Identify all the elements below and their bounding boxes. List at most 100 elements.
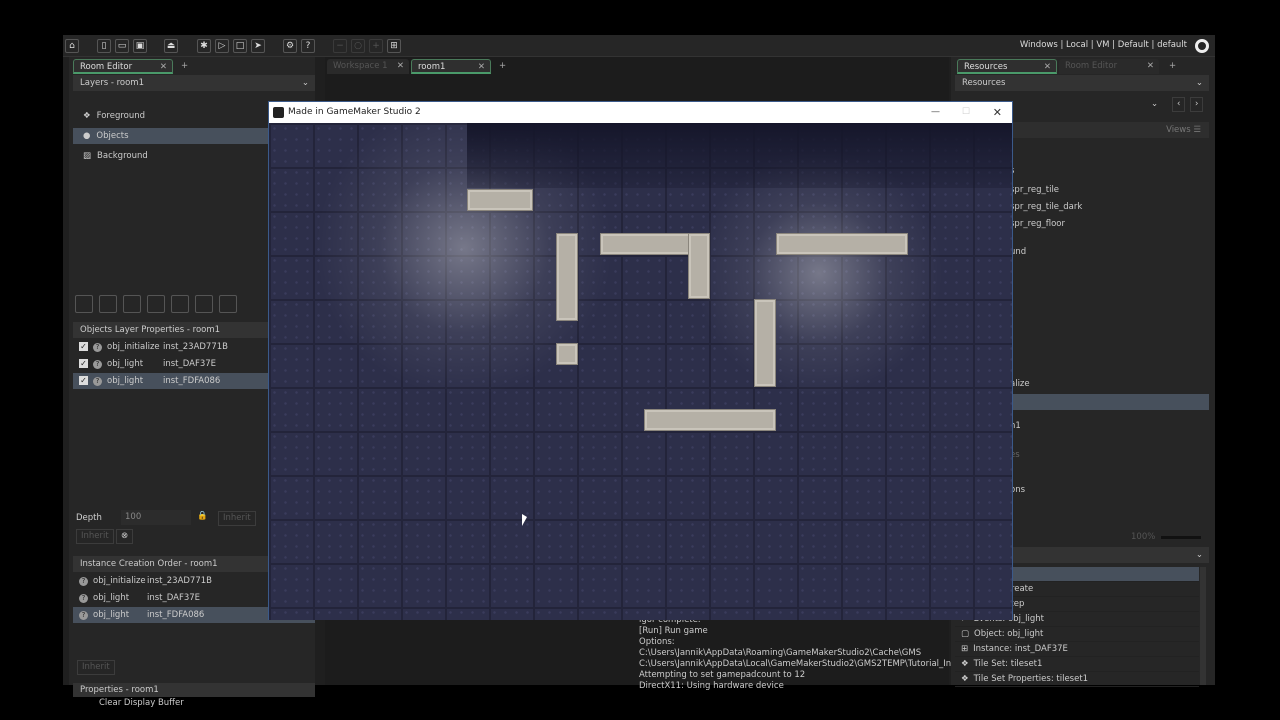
tab-resources[interactable]: Resources ✕	[957, 59, 1057, 74]
resource-tree-item[interactable]: und	[1010, 244, 1209, 260]
breadcrumb-item[interactable]: ⊞ Instance: inst_DAF37E	[955, 642, 1199, 657]
resource-tree-item[interactable]: spr_reg_floor	[1010, 216, 1209, 232]
lock-icon[interactable]: 🔒	[197, 511, 208, 521]
maximize-icon[interactable]: ☐	[962, 102, 970, 123]
instance-id: inst_DAF37E	[147, 593, 201, 603]
open-icon[interactable]: ▭	[115, 39, 129, 53]
close-icon[interactable]: ✕	[397, 59, 404, 74]
add-folder-icon[interactable]	[195, 295, 213, 313]
new-icon[interactable]: ▯	[97, 39, 111, 53]
resource-tree-item[interactable]: n1	[1010, 418, 1209, 434]
visible-checkbox[interactable]: ✓	[79, 359, 88, 368]
add-asset-layer-icon[interactable]	[171, 295, 189, 313]
breadcrumb-item[interactable]: ▢ Object: obj_light	[955, 627, 1199, 642]
breadcrumb-item[interactable]: ❖ Tile Set Properties: tileset1	[955, 672, 1199, 687]
object-icon: ?	[93, 343, 102, 352]
resources-header[interactable]: Resources ⌄	[955, 75, 1209, 91]
clear-icon[interactable]: ⊗	[116, 529, 134, 544]
game-window[interactable]: Made in GameMaker Studio 2 — ☐ ✕	[268, 101, 1013, 620]
scrollbar[interactable]	[1200, 567, 1206, 685]
layers-header[interactable]: Layers - room1 ⌄	[73, 75, 315, 91]
back-icon[interactable]: ‹	[1172, 97, 1186, 112]
resource-tree-item[interactable]: es	[1010, 447, 1209, 463]
resource-tree-item[interactable]: spr_reg_tile_dark	[1010, 199, 1209, 215]
save-icon[interactable]: ▣	[133, 39, 147, 53]
close-icon[interactable]: ✕	[160, 60, 167, 75]
wall-block	[754, 299, 776, 387]
tab-workspace-1[interactable]: Workspace 1 ✕	[327, 59, 409, 74]
tab-room-editor-right[interactable]: Room Editor ✕	[1059, 59, 1159, 74]
add-tab-icon[interactable]: +	[181, 61, 188, 71]
package-icon[interactable]: ⏏	[164, 39, 178, 53]
instance-icon: ⊞	[961, 644, 969, 654]
inherit-depth-button[interactable]: Inherit	[218, 511, 256, 526]
resource-tree-item[interactable]: ons	[1010, 482, 1209, 498]
game-canvas[interactable]	[269, 123, 1012, 620]
gamepad-icon[interactable]: ⊞	[387, 39, 401, 53]
tile-layer-icon: ❖	[83, 111, 91, 121]
room-props-header[interactable]: Properties - room1	[73, 683, 315, 697]
close-icon[interactable]: ✕	[478, 60, 485, 75]
game-title-bar[interactable]: Made in GameMaker Studio 2 — ☐ ✕	[269, 102, 1012, 123]
add-tile-layer-icon[interactable]	[123, 295, 141, 313]
chevron-down-icon[interactable]: ⌄	[1151, 99, 1158, 109]
depth-input[interactable]: 100	[121, 510, 191, 525]
chevron-down-icon: ⌄	[301, 78, 309, 88]
add-tab-icon[interactable]: +	[499, 61, 506, 71]
tab-label: Workspace 1	[333, 61, 388, 71]
resource-tree-item[interactable]: spr_reg_tile	[1010, 182, 1209, 198]
resource-tree-item[interactable]: s	[1010, 163, 1209, 179]
object-name: obj_initialize	[93, 576, 146, 586]
zoom-reset-icon[interactable]: ○	[351, 39, 365, 53]
tab-label: room1	[418, 62, 446, 72]
delete-layer-icon[interactable]	[219, 295, 237, 313]
output-log: igor complete. [Run] Run game Options: C:\…	[639, 615, 957, 692]
object-name: obj_light	[93, 610, 130, 620]
breadcrumb-label: Tile Set: tileset1	[973, 659, 1043, 669]
tileset-icon: ❖	[961, 674, 969, 684]
tab-room1[interactable]: room1 ✕	[411, 59, 491, 74]
home-icon[interactable]: ⌂	[65, 39, 79, 53]
zoom-slider[interactable]	[1161, 536, 1201, 539]
close-icon[interactable]: ✕	[1147, 59, 1154, 74]
settings-icon[interactable]: ⚙	[283, 39, 297, 53]
forward-icon[interactable]: ›	[1190, 97, 1204, 112]
close-icon[interactable]: ✕	[1044, 60, 1051, 75]
resource-tree-item[interactable]: alize	[1010, 376, 1209, 392]
stop-icon[interactable]: □	[233, 39, 247, 53]
object-icon: ?	[79, 594, 88, 603]
inherit-layer-button[interactable]: Inherit	[76, 529, 114, 544]
zoom-in-icon[interactable]: +	[369, 39, 383, 53]
inherit-order-button[interactable]: Inherit	[77, 660, 115, 675]
object-icon: ?	[93, 360, 102, 369]
add-path-layer-icon[interactable]	[147, 295, 165, 313]
zoom-out-icon[interactable]: −	[333, 39, 347, 53]
room-props-title: Properties - room1	[80, 685, 159, 695]
wall-block	[556, 343, 578, 365]
gamemaker-logo-icon	[273, 107, 284, 118]
clear-display-buffer-option[interactable]: Clear Display Buffer	[99, 698, 184, 708]
run-icon[interactable]: ▷	[215, 39, 229, 53]
clean-icon[interactable]: ➤	[251, 39, 265, 53]
wall-block	[556, 233, 578, 321]
target-icon[interactable]	[1195, 39, 1209, 53]
visible-checkbox[interactable]: ✓	[79, 342, 88, 351]
close-icon[interactable]: ✕	[993, 102, 1002, 123]
layer-label: Foreground	[96, 111, 146, 121]
add-background-layer-icon[interactable]	[75, 295, 93, 313]
shadow-region	[467, 123, 1012, 188]
tileset-icon: ❖	[961, 659, 969, 669]
object-name: obj_initialize	[107, 342, 160, 352]
tab-label: Resources	[964, 62, 1008, 72]
visible-checkbox[interactable]: ✓	[79, 376, 88, 385]
resources-title: Resources	[962, 78, 1006, 88]
tab-room-editor[interactable]: Room Editor ✕	[73, 59, 173, 74]
breadcrumb-item[interactable]: ❖ Tile Set: tileset1	[955, 657, 1199, 672]
object-name: obj_light	[107, 376, 144, 386]
target-selector[interactable]: Windows | Local | VM | Default | default	[1020, 40, 1187, 50]
add-instance-layer-icon[interactable]	[99, 295, 117, 313]
help-icon[interactable]: ?	[301, 39, 315, 53]
debug-icon[interactable]: ✱	[197, 39, 211, 53]
minimize-icon[interactable]: —	[931, 102, 940, 123]
add-tab-icon[interactable]: +	[1169, 61, 1176, 71]
